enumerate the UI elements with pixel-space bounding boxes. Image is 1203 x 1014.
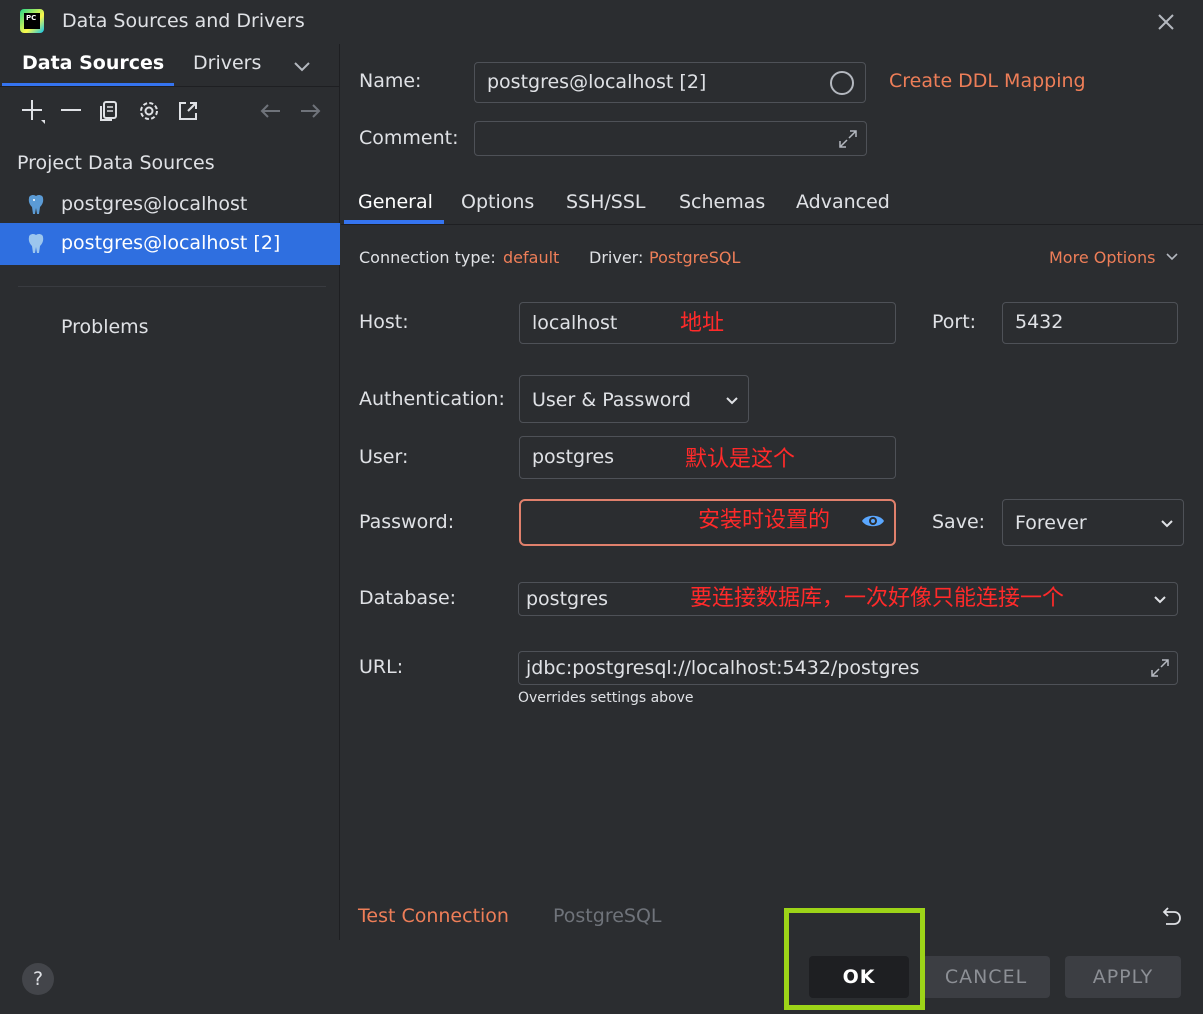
app-logo-icon: PC bbox=[20, 9, 44, 33]
tab-schemas[interactable]: Schemas bbox=[679, 191, 765, 213]
tab-data-sources[interactable]: Data Sources bbox=[22, 52, 164, 74]
chevron-down-icon bbox=[724, 392, 740, 412]
authentication-value: User & Password bbox=[532, 389, 691, 411]
copy-icon[interactable] bbox=[97, 98, 123, 124]
create-ddl-mapping-link[interactable]: Create DDL Mapping bbox=[889, 70, 1086, 92]
eye-icon[interactable] bbox=[860, 511, 886, 531]
tab-ssh-ssl[interactable]: SSH/SSL bbox=[566, 191, 646, 213]
database-annotation: 要连接数据库，一次好像只能连接一个 bbox=[690, 586, 1065, 611]
project-data-sources-title: Project Data Sources bbox=[17, 152, 215, 174]
host-annotation: 地址 bbox=[680, 311, 725, 336]
port-value: 5432 bbox=[1015, 311, 1064, 333]
save-select[interactable]: Forever bbox=[1002, 499, 1184, 546]
database-value: postgres bbox=[526, 588, 609, 610]
password-annotation: 安装时设置的 bbox=[698, 508, 831, 533]
divider bbox=[18, 286, 326, 287]
tab-general[interactable]: General bbox=[358, 191, 433, 213]
revert-icon[interactable] bbox=[1160, 904, 1184, 928]
port-label: Port: bbox=[932, 311, 977, 333]
chevron-down-icon bbox=[1166, 253, 1178, 261]
driver-link[interactable]: PostgreSQL bbox=[649, 248, 740, 267]
comment-label: Comment: bbox=[359, 127, 459, 149]
data-source-label: postgres@localhost bbox=[61, 193, 248, 215]
comment-input[interactable] bbox=[474, 121, 867, 156]
connection-type-link[interactable]: default bbox=[503, 248, 559, 267]
postgresql-icon bbox=[26, 233, 46, 255]
app-logo-text: PC bbox=[26, 14, 37, 22]
test-connection-link[interactable]: Test Connection bbox=[358, 905, 509, 927]
more-options-link[interactable]: More Options bbox=[1049, 248, 1179, 267]
chevron-down-icon bbox=[1159, 515, 1175, 535]
expand-icon[interactable] bbox=[1149, 657, 1171, 683]
authentication-label: Authentication: bbox=[359, 388, 505, 410]
divider bbox=[0, 86, 340, 87]
database-label: Database: bbox=[359, 587, 457, 609]
ok-highlight-box bbox=[784, 908, 925, 1010]
save-value: Forever bbox=[1015, 512, 1087, 534]
remove-icon[interactable] bbox=[58, 98, 84, 124]
authentication-select[interactable]: User & Password bbox=[519, 375, 749, 423]
connection-type-label: Connection type: bbox=[359, 248, 496, 267]
host-label: Host: bbox=[359, 311, 409, 333]
tab-drivers[interactable]: Drivers bbox=[193, 52, 261, 74]
back-arrow-icon[interactable] bbox=[258, 98, 284, 124]
chevron-down-icon[interactable] bbox=[292, 56, 312, 80]
port-input[interactable]: 5432 bbox=[1002, 302, 1178, 344]
expand-icon[interactable] bbox=[837, 128, 859, 154]
apply-button[interactable]: APPLY bbox=[1065, 956, 1181, 998]
export-icon[interactable] bbox=[175, 98, 201, 124]
name-input[interactable]: postgres@localhost [2] bbox=[474, 62, 866, 103]
close-icon[interactable] bbox=[1153, 9, 1179, 35]
gear-icon[interactable] bbox=[136, 98, 162, 124]
divider bbox=[341, 224, 1203, 225]
name-label: Name: bbox=[359, 70, 422, 92]
tab-options[interactable]: Options bbox=[461, 191, 534, 213]
driver-label: Driver: bbox=[589, 248, 644, 267]
postgresql-icon bbox=[26, 194, 46, 216]
driver-reference[interactable]: PostgreSQL bbox=[553, 905, 662, 927]
url-note: Overrides settings above bbox=[518, 690, 694, 706]
save-label: Save: bbox=[932, 511, 986, 533]
password-label: Password: bbox=[359, 511, 455, 533]
name-value: postgres@localhost [2] bbox=[487, 71, 707, 93]
color-circle-icon[interactable] bbox=[830, 71, 854, 95]
user-annotation: 默认是这个 bbox=[685, 447, 796, 472]
user-value: postgres bbox=[532, 446, 615, 468]
url-value: jdbc:postgresql://localhost:5432/postgre… bbox=[526, 657, 920, 679]
url-input[interactable]: jdbc:postgresql://localhost:5432/postgre… bbox=[518, 651, 1178, 685]
data-source-item[interactable]: postgres@localhost bbox=[0, 184, 340, 226]
window-title: Data Sources and Drivers bbox=[62, 10, 305, 32]
url-label: URL: bbox=[359, 656, 404, 678]
add-icon[interactable] bbox=[20, 98, 46, 124]
user-label: User: bbox=[359, 446, 409, 468]
cancel-button[interactable]: CANCEL bbox=[922, 956, 1050, 998]
left-panel bbox=[0, 44, 340, 940]
help-button[interactable]: ? bbox=[22, 963, 54, 995]
tab-advanced[interactable]: Advanced bbox=[796, 191, 890, 213]
chevron-down-icon bbox=[1152, 591, 1168, 611]
data-source-label: postgres@localhost [2] bbox=[61, 232, 281, 254]
data-source-item-selected[interactable]: postgres@localhost [2] bbox=[0, 223, 340, 265]
more-options-label: More Options bbox=[1049, 248, 1156, 267]
host-value: localhost bbox=[532, 312, 618, 334]
forward-arrow-icon[interactable] bbox=[297, 98, 323, 124]
problems-item[interactable]: Problems bbox=[61, 316, 149, 338]
